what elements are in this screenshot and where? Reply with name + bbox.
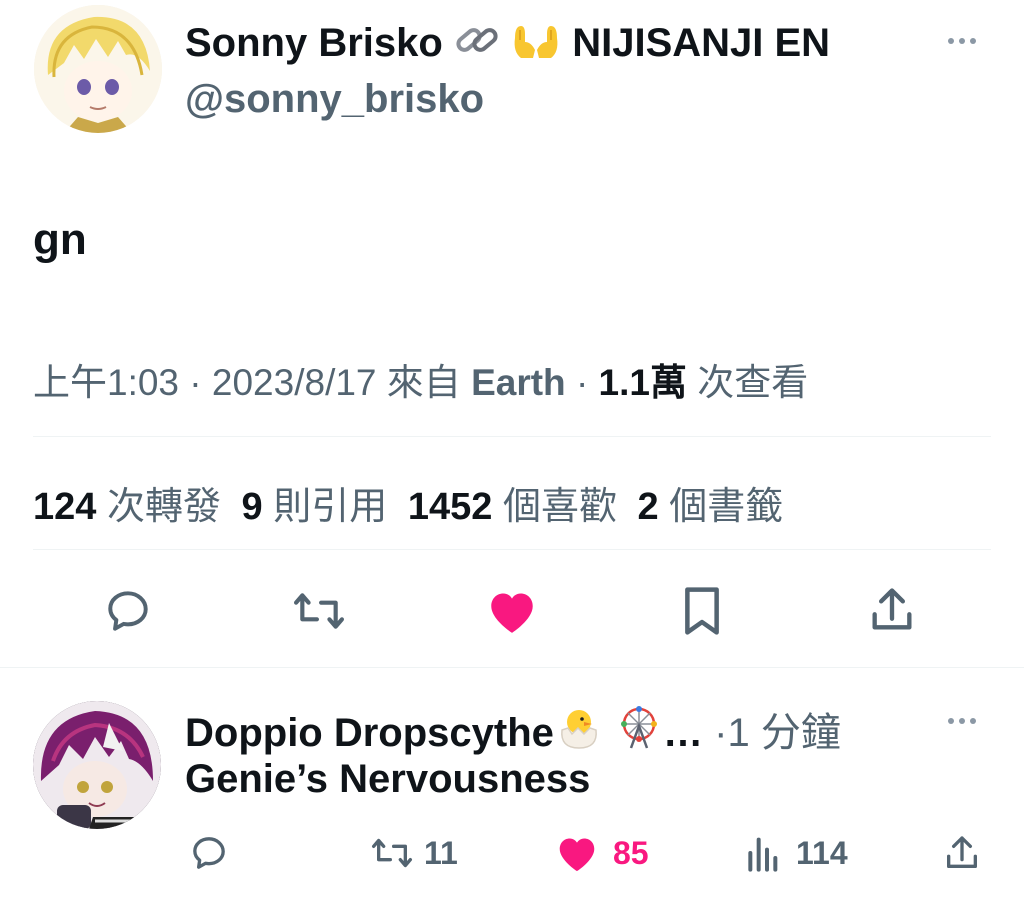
reply-button[interactable] xyxy=(102,586,154,641)
author-handle[interactable]: @sonny_brisko xyxy=(185,77,484,122)
ferris-wheel-emoji-icon xyxy=(615,706,663,760)
analytics-icon xyxy=(748,837,778,872)
like-button[interactable] xyxy=(485,587,539,640)
share-button[interactable] xyxy=(866,584,918,641)
reply-time[interactable]: 1 分鐘 xyxy=(727,711,840,755)
reply-icon xyxy=(108,591,148,631)
retweet-icon xyxy=(371,838,412,868)
more-options-icon[interactable] xyxy=(948,38,976,44)
share-icon xyxy=(872,588,912,630)
reply-name-ellipsis: … xyxy=(663,711,704,755)
reply-view-count: 114 xyxy=(796,834,848,871)
tweet-meta: 上午1:03 · 2023/8/17 來自 Earth · 1.1萬 次查看 xyxy=(33,362,809,403)
reply-author-avatar[interactable] xyxy=(33,701,161,829)
reply-more-options-icon[interactable] xyxy=(948,718,976,724)
divider-top xyxy=(33,436,991,437)
reply-views-button[interactable]: 114 xyxy=(744,833,848,873)
reply-retweet-button[interactable]: 11 xyxy=(368,833,458,873)
stat-likes[interactable]: 1452 個喜歡 xyxy=(408,486,628,528)
reply-icon xyxy=(193,837,225,869)
tweet-stats: 124 次轉發 9 則引用 1452 個喜歡 2 個書籤 xyxy=(33,475,783,530)
reply-share-button[interactable] xyxy=(942,832,982,879)
reply-author-row[interactable]: Doppio Dropscythe … ·1 分鐘 xyxy=(185,700,841,760)
reply-text: Genie’s Nervousness xyxy=(185,757,591,801)
palms-up-emoji-icon xyxy=(511,20,561,70)
author-display-name: Sonny Brisko xyxy=(185,21,443,65)
link-emoji-icon xyxy=(454,20,500,70)
stat-bookmarks[interactable]: 2 個書籤 xyxy=(638,486,784,528)
tweet-source: Earth xyxy=(471,362,566,403)
retweet-icon xyxy=(294,593,344,629)
reply-like-count: 85 xyxy=(613,834,649,871)
stat-quotes[interactable]: 9 則引用 xyxy=(242,486,398,528)
author-avatar[interactable] xyxy=(34,5,162,133)
divider-thread xyxy=(0,667,1024,668)
retweet-button[interactable] xyxy=(290,586,348,641)
view-count: 1.1萬 xyxy=(598,362,687,403)
bookmark-button[interactable] xyxy=(679,584,725,643)
reply-like-button[interactable]: 85 xyxy=(555,833,649,873)
author-name-suffix: NIJISANJI EN xyxy=(572,21,831,65)
divider-middle xyxy=(33,549,991,550)
reply-retweet-count: 11 xyxy=(424,834,458,871)
heart-icon xyxy=(491,593,533,633)
reply-author-name: Doppio Dropscythe xyxy=(185,711,554,755)
bookmark-icon xyxy=(685,587,719,635)
view-label: 次查看 xyxy=(697,362,809,403)
heart-icon xyxy=(559,838,595,872)
hatching-chick-emoji-icon xyxy=(554,706,604,760)
tweet-text: gn xyxy=(33,215,87,264)
stat-retweets[interactable]: 124 次轉發 xyxy=(33,486,232,528)
reply-reply-button[interactable] xyxy=(188,833,230,878)
author-name-row[interactable]: Sonny Brisko NIJISANJI EN xyxy=(185,20,830,70)
share-icon xyxy=(947,836,977,868)
tweet-time[interactable]: 上午1:03 xyxy=(33,362,179,403)
tweet-date[interactable]: 2023/8/17 xyxy=(212,362,377,403)
